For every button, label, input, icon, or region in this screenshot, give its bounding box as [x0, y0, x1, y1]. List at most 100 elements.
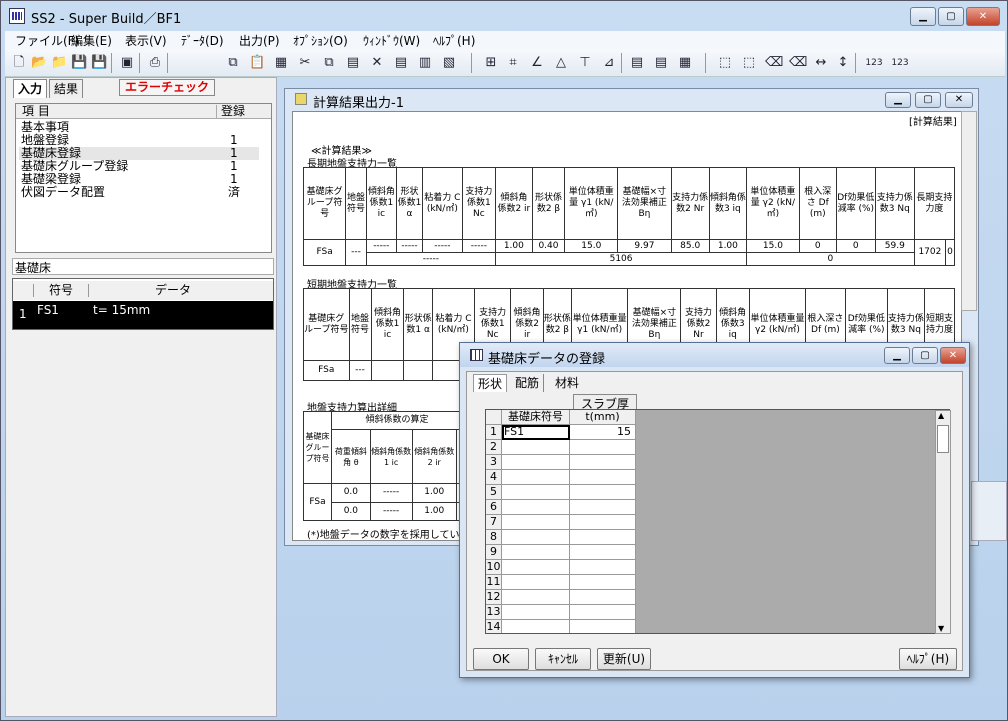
row-edit-icon[interactable]: ▧	[441, 55, 457, 71]
scroll-down-icon[interactable]: ▼	[938, 624, 944, 633]
grid-cell-thickness[interactable]	[570, 515, 636, 530]
doc-yellow-icon[interactable]: ▤	[653, 55, 669, 71]
cancel-button[interactable]: ｷｬﾝｾﾙ	[535, 648, 591, 670]
dialog-scrollbar[interactable]: ▲ ▼	[935, 410, 951, 634]
calc-minimize-button[interactable]: ▁	[885, 92, 911, 108]
cut-icon[interactable]: ✂	[297, 55, 313, 71]
menu-file[interactable]: ファイル(F)	[15, 32, 79, 49]
copy-icon[interactable]: ⧉	[225, 55, 241, 71]
grid-cell-thickness[interactable]	[570, 620, 636, 633]
level-icon[interactable]: ⊤	[577, 55, 593, 71]
row-icon[interactable]: ▥	[417, 55, 433, 71]
move-icon[interactable]: ⬚	[741, 55, 757, 71]
help-button[interactable]: ﾍﾙﾌﾟ(H)	[899, 648, 957, 670]
menu-data[interactable]: ﾃﾞｰﾀ(D)	[181, 32, 224, 49]
grid-cell-code[interactable]	[502, 500, 570, 515]
grid-cell-code[interactable]	[502, 590, 570, 605]
grid-cell-thickness[interactable]	[570, 455, 636, 470]
detail-cell: 0.0	[331, 483, 371, 503]
grid-cell-thickness[interactable]	[570, 530, 636, 545]
number-icon[interactable]: 123	[863, 55, 885, 71]
minimize-button[interactable]: ▁	[910, 7, 936, 26]
print-icon[interactable]: ⎙	[147, 55, 163, 71]
grid-cell-thickness[interactable]	[570, 470, 636, 485]
insert-row-icon[interactable]: ▤	[393, 55, 409, 71]
menu-output[interactable]: 出力(P)	[239, 32, 280, 49]
grid-cell-thickness[interactable]	[570, 485, 636, 500]
calc-maximize-button[interactable]: ▢	[915, 92, 941, 108]
calc-scrollbar[interactable]	[961, 111, 977, 311]
vertical-arrow-icon[interactable]: ↕	[835, 55, 851, 71]
maximize-button[interactable]: ▢	[938, 7, 964, 26]
folder-icon[interactable]: 📁	[51, 55, 67, 71]
grid-cell-thickness[interactable]	[570, 560, 636, 575]
grid-icon[interactable]: ⊞	[483, 55, 499, 71]
grid-cell-thickness[interactable]	[570, 605, 636, 620]
scroll-thumb[interactable]	[937, 425, 949, 453]
tab-shape[interactable]: 形状	[473, 374, 508, 392]
table-icon	[470, 349, 483, 361]
menu-edit[interactable]: 編集(E)	[71, 32, 112, 49]
tab-material[interactable]: 材料	[551, 374, 583, 392]
horizontal-arrow-icon[interactable]: ↔	[813, 55, 829, 71]
tab-input[interactable]: 入力	[13, 79, 48, 98]
grid-cell-thickness[interactable]: 15	[570, 425, 636, 440]
select-icon[interactable]: ⬚	[717, 55, 733, 71]
menu-view[interactable]: 表示(V)	[125, 32, 167, 49]
grid-cell-code[interactable]	[502, 440, 570, 455]
grid-cell-code[interactable]	[502, 575, 570, 590]
calc-sheet-icon[interactable]: ▦	[677, 55, 693, 71]
erase2-icon[interactable]: ⌫	[789, 55, 807, 71]
menu-window[interactable]: ｳｨﾝﾄﾞｳ(W)	[363, 32, 420, 49]
delete-row-icon[interactable]: ✕	[369, 55, 385, 71]
calc-icon[interactable]: ▣	[119, 55, 135, 71]
save-icon[interactable]: 💾	[71, 55, 87, 71]
tab-rebar[interactable]: 配筋	[511, 374, 545, 392]
close-button[interactable]: ✕	[966, 7, 1000, 26]
grid-cell-thickness[interactable]	[570, 500, 636, 515]
scroll-up-icon[interactable]: ▲	[938, 411, 944, 420]
long-head-cell: 支持力係数2 Nr	[670, 167, 710, 240]
table-icon[interactable]: ▦	[273, 55, 289, 71]
dialog-maximize-button[interactable]: ▢	[912, 347, 938, 364]
paste-row-icon[interactable]: ▤	[345, 55, 361, 71]
angle-icon[interactable]: ∠	[529, 55, 545, 71]
menu-options[interactable]: ｵﾌﾟｼｮﾝ(O)	[293, 32, 348, 49]
grid-cell-thickness[interactable]	[570, 575, 636, 590]
grid-cell-code[interactable]	[502, 605, 570, 620]
grid-cell-thickness[interactable]	[570, 590, 636, 605]
copy-row-icon[interactable]: ⧉	[321, 55, 337, 71]
kiso-row[interactable]: 1 FS1 t= 15mm	[13, 301, 273, 329]
grid-cell-code[interactable]	[502, 620, 570, 633]
grid-cell-code[interactable]	[502, 560, 570, 575]
paste-icon[interactable]: 📋	[249, 55, 265, 71]
error-check-button[interactable]: エラーチェック	[119, 79, 215, 96]
open-folder-icon[interactable]: 📂	[31, 55, 47, 71]
save-as-icon[interactable]: 💾	[91, 55, 107, 71]
grid-cell-code[interactable]	[502, 530, 570, 545]
tab-result[interactable]: 結果	[49, 79, 84, 98]
grid-cell-code[interactable]	[502, 455, 570, 470]
triangle-icon[interactable]: △	[553, 55, 569, 71]
update-button[interactable]: 更新(U)	[597, 648, 651, 670]
grid-row-number: 10	[486, 560, 502, 575]
ok-button[interactable]: OK	[473, 648, 529, 670]
grid-cell-thickness[interactable]	[570, 545, 636, 560]
grid-cell-code[interactable]	[502, 470, 570, 485]
calc-close-button[interactable]: ✕	[945, 92, 973, 108]
dialog-close-button[interactable]: ✕	[940, 347, 966, 364]
doc-icon[interactable]: ▤	[629, 55, 645, 71]
number-down-icon[interactable]: 123	[889, 55, 911, 71]
list-item-plan[interactable]: 伏図データ配置	[21, 186, 105, 199]
grid-cell-code[interactable]	[502, 545, 570, 560]
frame-icon[interactable]: ⌗	[505, 55, 521, 71]
menu-help[interactable]: ﾍﾙﾌﾟ(H)	[433, 32, 475, 49]
slope-icon[interactable]: ⊿	[601, 55, 617, 71]
grid-cell-code[interactable]	[502, 515, 570, 530]
grid-cell-code[interactable]	[502, 485, 570, 500]
grid-cell-thickness[interactable]	[570, 440, 636, 455]
erase-icon[interactable]: ⌫	[765, 55, 783, 71]
new-icon[interactable]: 🗋	[11, 55, 27, 71]
grid-cell-code[interactable]: FS1	[502, 425, 570, 440]
dialog-minimize-button[interactable]: ▁	[884, 347, 910, 364]
